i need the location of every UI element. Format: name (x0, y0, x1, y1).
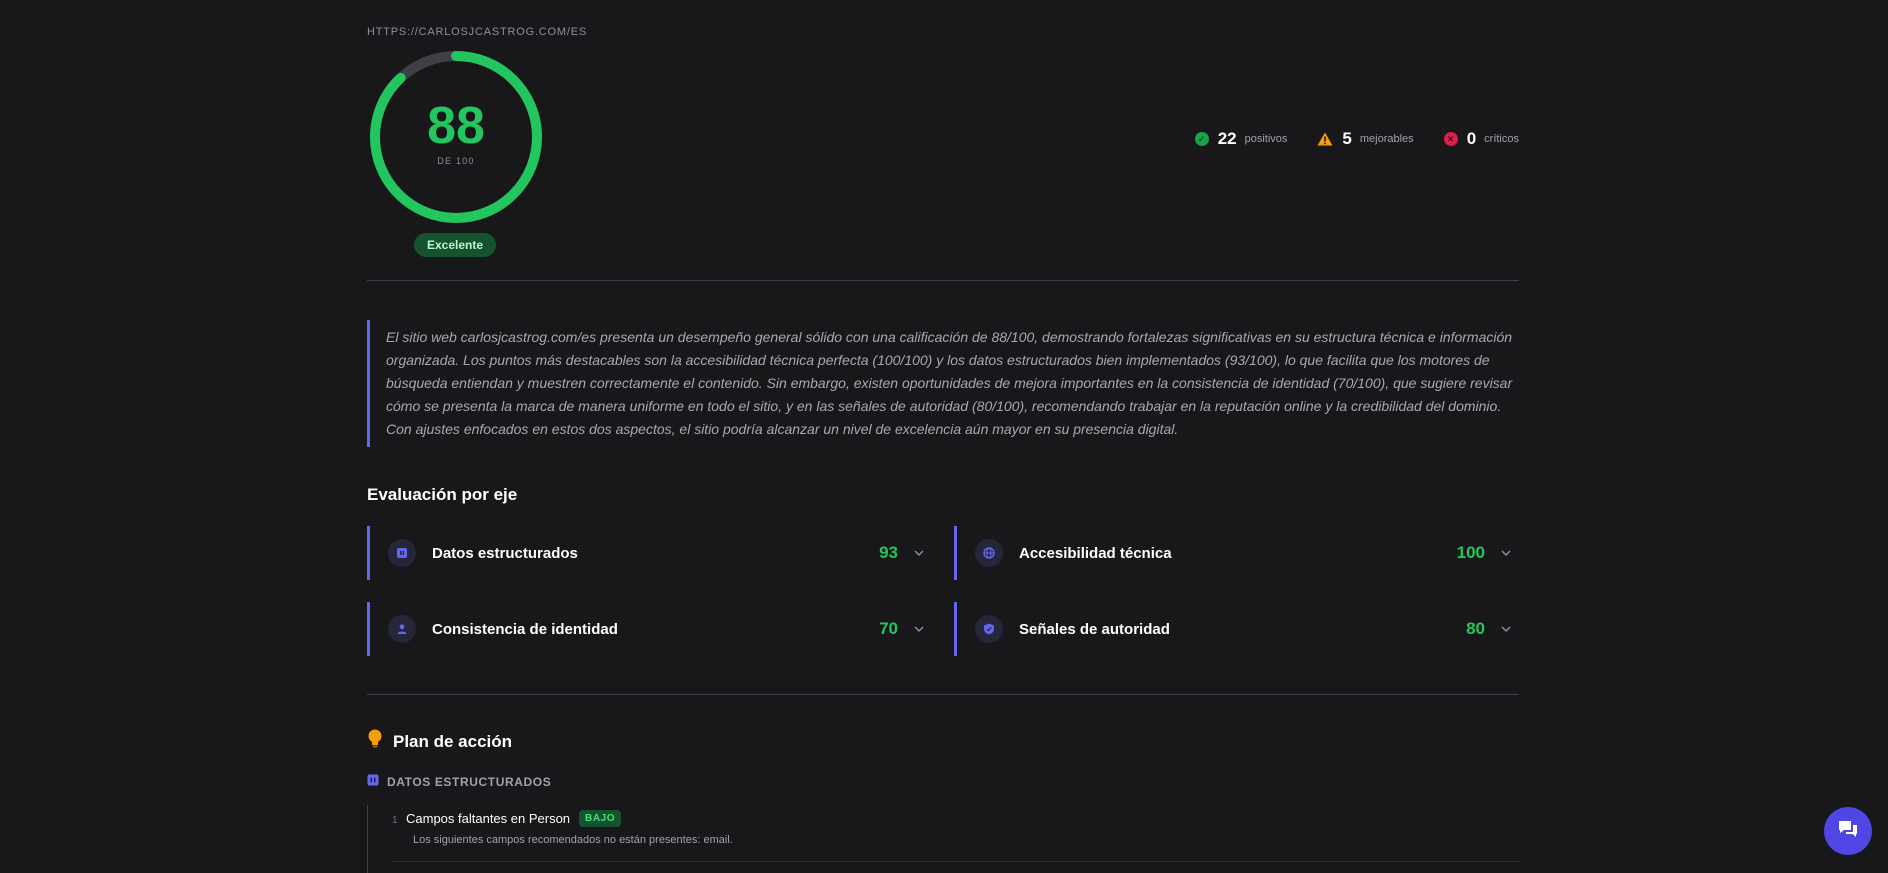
axis-score: 100 (1456, 543, 1485, 562)
plan-category: DATOS ESTRUCTURADOS (367, 773, 551, 791)
site-url: HTTPS://CARLOSJCASTROG.COM/ES (367, 26, 588, 38)
score-max-label: DE 100 (437, 156, 475, 166)
action-plan-title: Plan de acción (393, 731, 513, 751)
user-icon (388, 615, 416, 643)
section-divider (367, 694, 1519, 695)
report-container: HTTPS://CARLOSJCASTROG.COM/ES 88 DE 100 … (367, 0, 1520, 873)
axis-card-consistencia-identidad[interactable]: Consistencia de identidad 70 (367, 602, 932, 656)
chevron-down-icon[interactable] (912, 622, 926, 636)
axis-name: Consistencia de identidad (432, 620, 618, 638)
action-plan-heading: Plan de acción (367, 729, 512, 754)
code-icon (367, 773, 379, 791)
chevron-down-icon[interactable] (1499, 622, 1513, 636)
chevron-down-icon[interactable] (912, 546, 926, 560)
priority-badge: BAJO (579, 810, 622, 827)
stat-improvable: 5 mejorables (1317, 129, 1414, 149)
check-circle-icon: ✓ (1194, 132, 1209, 146)
item-divider (392, 861, 1520, 862)
axis-score: 93 (879, 543, 898, 562)
warning-triangle-icon (1317, 132, 1333, 146)
stat-count: 0 (1466, 129, 1477, 148)
lightbulb-icon (367, 729, 383, 754)
stat-label: críticos (1484, 133, 1519, 145)
axis-name: Datos estructurados (432, 544, 578, 562)
score-value: 88 (427, 97, 485, 155)
plan-category-label: DATOS ESTRUCTURADOS (387, 775, 552, 789)
rating-badge: Excelente (414, 233, 496, 257)
chat-button[interactable] (1824, 807, 1872, 855)
stat-count: 22 (1217, 129, 1237, 148)
x-circle-icon: ✕ (1443, 132, 1458, 146)
axis-name: Señales de autoridad (1019, 620, 1170, 638)
action-item[interactable]: 1 Campos faltantes en Person BAJO Los si… (367, 805, 1520, 873)
stat-label: positivos (1244, 133, 1288, 145)
summary-text: El sitio web carlosjcastrog.com/es prese… (367, 320, 1519, 447)
axis-score: 80 (1466, 619, 1485, 638)
stat-count: 5 (1342, 129, 1352, 148)
chevron-down-icon[interactable] (1499, 546, 1513, 560)
code-icon (388, 539, 416, 567)
stat-label: mejorables (1359, 133, 1414, 145)
chat-bubble-icon (1837, 819, 1859, 844)
section-divider (367, 280, 1519, 281)
action-item-title: Campos faltantes en Person (406, 811, 571, 826)
axes-heading: Evaluación por eje (367, 485, 518, 504)
globe-icon (975, 539, 1003, 567)
stat-critical: ✕ 0 críticos (1443, 129, 1519, 149)
stat-positive: ✓ 22 positivos (1194, 129, 1288, 149)
axis-score: 70 (879, 619, 898, 638)
axis-card-datos-estructurados[interactable]: Datos estructurados 93 (367, 526, 932, 580)
action-item-number: 1 (392, 815, 398, 826)
score-gauge: 88 DE 100 (367, 48, 545, 226)
stats-summary: ✓ 22 positivos 5 mejorables ✕ 0 críticos (1165, 129, 1519, 149)
axis-name: Accesibilidad técnica (1019, 544, 1172, 562)
axis-card-senales-autoridad[interactable]: Señales de autoridad 80 (954, 602, 1519, 656)
shield-icon (975, 615, 1003, 643)
axis-card-accesibilidad-tecnica[interactable]: Accesibilidad técnica 100 (954, 526, 1519, 580)
action-item-description: Los siguientes campos recomendados no es… (413, 834, 733, 846)
